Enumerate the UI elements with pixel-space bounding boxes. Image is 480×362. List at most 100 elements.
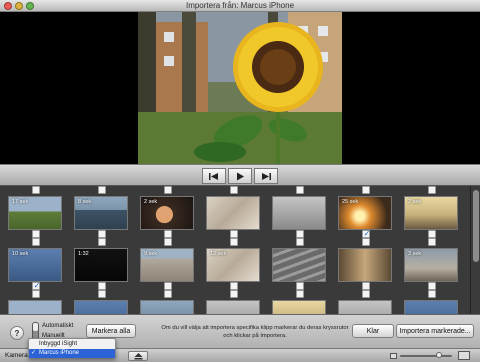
import-selected-button[interactable]: Importera markerade... — [396, 324, 474, 338]
clip-duration: 1:32 — [78, 251, 89, 257]
scroll-thumb[interactable] — [473, 190, 479, 262]
camera-option-iphone[interactable]: ✓ Marcus iPhone — [29, 349, 115, 358]
clip-thumbnail[interactable]: 25 sek — [338, 196, 392, 230]
large-thumbnail-icon — [458, 351, 470, 360]
clip-checkbox[interactable] — [428, 238, 436, 246]
clip-thumbnail[interactable]: 10 sek — [8, 248, 62, 282]
clip-thumbnail[interactable]: 17 sek — [8, 196, 62, 230]
switch-knob[interactable] — [33, 323, 38, 331]
clip-checkbox[interactable] — [362, 238, 370, 246]
clip-thumbnail[interactable] — [206, 300, 260, 314]
clip-checkbox[interactable] — [230, 290, 238, 298]
clip-duration: 3 sek — [408, 251, 422, 257]
clip-checkbox[interactable] — [164, 238, 172, 246]
play-button[interactable] — [228, 168, 252, 184]
clip-cell: 17 sek — [4, 186, 68, 238]
small-thumbnail-icon — [390, 353, 397, 359]
clip-checkbox[interactable] — [296, 282, 304, 290]
clip-cell — [4, 290, 68, 314]
clip-duration: 17 sek — [12, 199, 29, 205]
clip-checkbox[interactable]: ✓ — [32, 281, 40, 290]
play-icon — [237, 172, 244, 180]
clip-cell: 1:32 — [70, 238, 134, 290]
clip-thumbnail[interactable]: 9 sek — [140, 248, 194, 282]
clip-checkbox[interactable]: ✓ — [362, 229, 370, 238]
clip-checkbox[interactable] — [296, 238, 304, 246]
clip-cell: 25 sek ✓ — [334, 186, 398, 238]
clip-checkbox[interactable] — [296, 290, 304, 298]
clip-thumbnail[interactable]: 2 sek — [140, 196, 194, 230]
clip-thumbnail[interactable]: 1:32 — [74, 248, 128, 282]
skip-forward-icon — [262, 172, 271, 180]
clip-checkbox[interactable] — [98, 186, 106, 194]
clip-checkbox[interactable] — [362, 186, 370, 194]
clip-duration: 2 sek — [408, 199, 422, 205]
slider-knob[interactable] — [436, 352, 442, 358]
clip-checkbox[interactable] — [362, 282, 370, 290]
select-all-button[interactable]: Markera alla — [86, 324, 136, 338]
clip-thumbnail[interactable] — [404, 300, 458, 314]
clip-checkbox[interactable] — [230, 230, 238, 238]
help-button[interactable]: ? — [10, 326, 24, 340]
clip-checkbox[interactable] — [296, 186, 304, 194]
clip-cell: 2 sek — [400, 186, 464, 238]
clip-checkbox[interactable] — [32, 230, 40, 238]
clip-checkbox[interactable] — [164, 282, 172, 290]
clip-checkbox[interactable] — [32, 290, 40, 298]
clip-cell: 10 sek ✓ — [4, 238, 68, 290]
clip-grid: 17 sek 8 sek 2 sek 25 sek ✓ 2 sek 10 sek ✓ 1:32 9… — [0, 186, 480, 314]
clip-cell: 9 sek — [136, 238, 200, 290]
clip-checkbox[interactable] — [230, 282, 238, 290]
clip-cell: 8 sek — [70, 186, 134, 238]
clip-checkbox[interactable] — [98, 282, 106, 290]
next-clip-button[interactable] — [254, 168, 278, 184]
preview-area — [0, 12, 480, 164]
clip-thumbnail[interactable] — [8, 300, 62, 314]
clip-thumbnail[interactable]: 2 sek — [404, 196, 458, 230]
thumbnail-size-slider[interactable] — [400, 352, 452, 358]
import-window: Importera från: Marcus iPhone 17 sek 8 s… — [0, 0, 480, 362]
clip-checkbox[interactable] — [362, 290, 370, 298]
clip-thumbnail[interactable]: 8 sek — [74, 196, 128, 230]
eject-icon — [134, 352, 142, 359]
import-instructions: Om du vill välja att importera specifika… — [161, 325, 349, 339]
clip-checkbox[interactable] — [428, 290, 436, 298]
eject-button[interactable] — [128, 351, 148, 361]
clip-checkbox[interactable] — [98, 290, 106, 298]
done-button[interactable]: Klar — [352, 324, 394, 338]
clip-checkbox[interactable] — [32, 186, 40, 194]
clip-thumbnail[interactable] — [338, 300, 392, 314]
clip-duration: 2 sek — [144, 199, 158, 205]
clip-checkbox[interactable] — [98, 230, 106, 238]
clip-checkbox[interactable] — [296, 230, 304, 238]
clip-cell — [136, 290, 200, 314]
clip-thumbnail[interactable] — [272, 300, 326, 314]
clip-checkbox[interactable] — [164, 230, 172, 238]
camera-option-isight[interactable]: Inbyggd iSight — [29, 340, 115, 349]
clip-checkbox[interactable] — [164, 186, 172, 194]
camera-dropdown-menu[interactable]: Inbyggd iSight ✓ Marcus iPhone — [28, 338, 116, 358]
camera-option-label: Inbyggd iSight — [39, 341, 78, 347]
clip-checkbox[interactable] — [428, 282, 436, 290]
clip-thumbnail[interactable]: 12 sek — [206, 248, 260, 282]
clip-thumbnail[interactable] — [74, 300, 128, 314]
clip-checkbox[interactable] — [164, 290, 172, 298]
clip-checkbox[interactable] — [428, 186, 436, 194]
clip-thumbnail[interactable] — [206, 196, 260, 230]
clip-cell: 2 sek — [136, 186, 200, 238]
clip-cell — [268, 290, 332, 314]
clip-thumbnail[interactable] — [338, 248, 392, 282]
clip-checkbox[interactable] — [230, 186, 238, 194]
previous-clip-button[interactable] — [202, 168, 226, 184]
clip-checkbox[interactable] — [230, 238, 238, 246]
clip-thumbnail[interactable] — [272, 248, 326, 282]
clip-checkbox[interactable] — [98, 238, 106, 246]
clip-duration: 8 sek — [78, 199, 92, 205]
clip-thumbnail[interactable]: 3 sek — [404, 248, 458, 282]
clip-thumbnail[interactable] — [140, 300, 194, 314]
clip-checkbox[interactable] — [32, 238, 40, 246]
clip-thumbnail[interactable] — [272, 196, 326, 230]
playback-controls — [0, 164, 480, 186]
clip-grid-scrollbar[interactable] — [470, 186, 480, 314]
clip-checkbox[interactable] — [428, 230, 436, 238]
